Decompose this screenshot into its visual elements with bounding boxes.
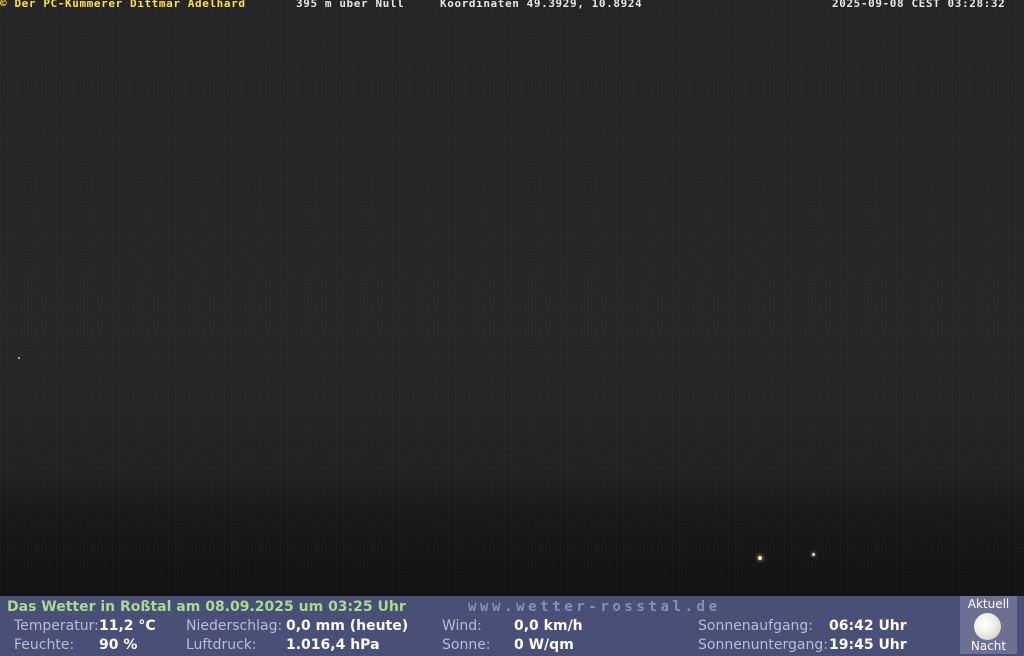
coordinates-text: Koordinaten 49.3929, 10.8924 <box>440 0 643 10</box>
sunset-value: 19:45 Uhr <box>829 637 907 653</box>
moon-top-label: Aktuell <box>967 597 1010 611</box>
sunset-label: Sonnenuntergang: <box>698 637 828 653</box>
pressure-value: 1.016,4 hPa <box>286 637 380 653</box>
precipitation-label: Niederschlag: <box>186 618 283 634</box>
temperature-label: Temperatur: <box>14 618 99 634</box>
website-url: www.wetter-rosstal.de <box>468 599 721 615</box>
webcam-image <box>0 0 1024 596</box>
humidity-value: 90 % <box>99 637 138 653</box>
sunrise-label: Sonnenaufgang: <box>698 618 814 634</box>
altitude-text: 395 m über Null <box>296 0 405 10</box>
full-moon-icon <box>974 613 1001 640</box>
foreground-shadow <box>0 470 1024 596</box>
copyright-text: © Der PC-Kümmerer Dittmar Adelhard <box>0 0 246 10</box>
precipitation-value: 0,0 mm (heute) <box>286 618 409 634</box>
temperature-value: 11,2 °C <box>99 618 156 634</box>
sun-label: Sonne: <box>442 637 491 653</box>
moon-bottom-label: Nacht <box>970 639 1007 653</box>
sun-value: 0 W/qm <box>514 637 574 653</box>
distant-light <box>18 357 20 359</box>
camera-overlay-header: © Der PC-Kümmerer Dittmar Adelhard 395 m… <box>0 0 1024 11</box>
street-light <box>758 556 762 560</box>
wind-value: 0,0 km/h <box>514 618 583 634</box>
humidity-label: Feuchte: <box>14 637 75 653</box>
timestamp-text: 2025-09-08 CEST 03:28:32 <box>832 0 1006 10</box>
wind-label: Wind: <box>442 618 482 634</box>
sunrise-value: 06:42 Uhr <box>829 618 907 634</box>
weather-title: Das Wetter in Roßtal am 08.09.2025 um 03… <box>7 599 406 615</box>
moon-phase-panel: Aktuell Nacht <box>960 596 1017 654</box>
pressure-label: Luftdruck: <box>186 637 257 653</box>
street-light <box>812 553 815 556</box>
weather-info-bar: Das Wetter in Roßtal am 08.09.2025 um 03… <box>0 596 1024 656</box>
